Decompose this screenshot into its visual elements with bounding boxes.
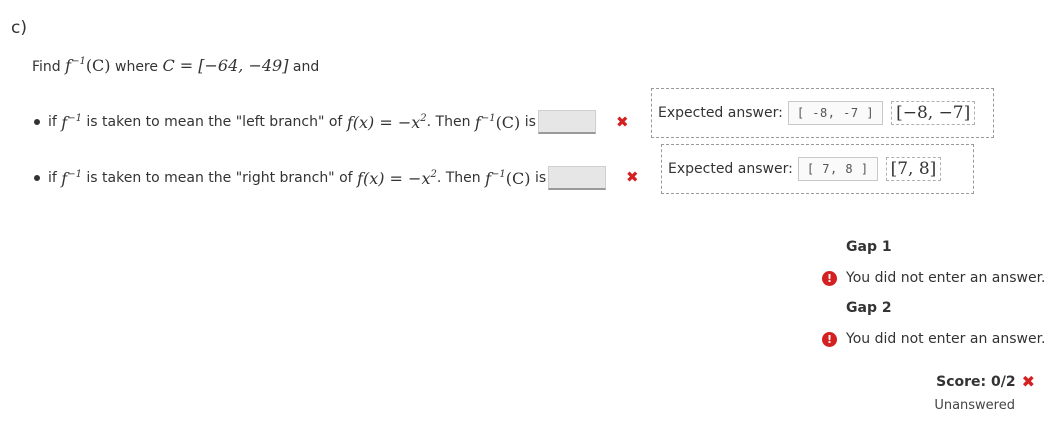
cross-icon: ✖: [1021, 372, 1035, 391]
expected-code: [ 7, 8 ]: [797, 157, 878, 181]
gap-1-input[interactable]: [537, 110, 596, 134]
gap-2-input[interactable]: [548, 166, 607, 190]
prompt-and: and: [292, 59, 320, 75]
cross-icon: ✖: [616, 113, 629, 131]
finv: f−1: [61, 112, 82, 132]
finv: f−1: [61, 168, 82, 188]
bullet-dot: [34, 175, 40, 181]
feedback-gap-1-title: Gap 1: [846, 239, 892, 255]
expected-label: Expected answer:: [658, 105, 783, 121]
score: Score: 0/2 ✖: [936, 372, 1035, 391]
feedback-panel: Gap 1 ! You did not enter an answer. Gap…: [822, 236, 1052, 358]
bullet-dot: [34, 119, 40, 125]
score-label: Score: 0/2: [936, 373, 1016, 390]
question-part: c) Find f−1(C) where C = [−64, −49] and …: [0, 0, 1063, 425]
expected-rendered: [−8, −7]: [891, 101, 976, 125]
function-def: f(x) = −x2: [346, 112, 427, 132]
part-label: c): [11, 18, 27, 38]
prompt-where: where: [115, 59, 158, 75]
expected-label: Expected answer:: [668, 161, 793, 177]
feedback-gap-2-message: ! You did not enter an answer.: [822, 328, 1052, 350]
prompt-c-def: C = [−64, −49]: [162, 56, 289, 75]
cross-icon: ✖: [626, 168, 639, 186]
gap-item-1: if f−1 is taken to mean the "left branch…: [32, 110, 596, 134]
exclamation-icon: !: [822, 270, 837, 286]
expected-code: [ -8, -7 ]: [787, 101, 884, 125]
finv-of-c: f−1(C): [485, 168, 531, 188]
finv-of-c: f−1(C): [474, 112, 521, 132]
feedback-gap-2-title: Gap 2: [846, 300, 892, 316]
prompt-finv: f−1(C): [65, 56, 111, 75]
function-def: f(x) = −x2: [357, 168, 437, 188]
prompt-find: Find: [32, 59, 61, 75]
question-prompt: Find f−1(C) where C = [−64, −49] and: [32, 56, 319, 75]
expected-answer-2: Expected answer: [ 7, 8 ] [7, 8]: [661, 144, 974, 194]
score-status: Unanswered: [934, 398, 1015, 413]
expected-answer-1: Expected answer: [ -8, -7 ] [−8, −7]: [651, 88, 994, 138]
gap-item-2: if f−1 is taken to mean the "right branc…: [32, 166, 607, 190]
exclamation-icon: !: [822, 331, 837, 347]
feedback-gap-1-message: ! You did not enter an answer.: [822, 267, 1052, 289]
expected-rendered: [7, 8]: [885, 157, 942, 181]
